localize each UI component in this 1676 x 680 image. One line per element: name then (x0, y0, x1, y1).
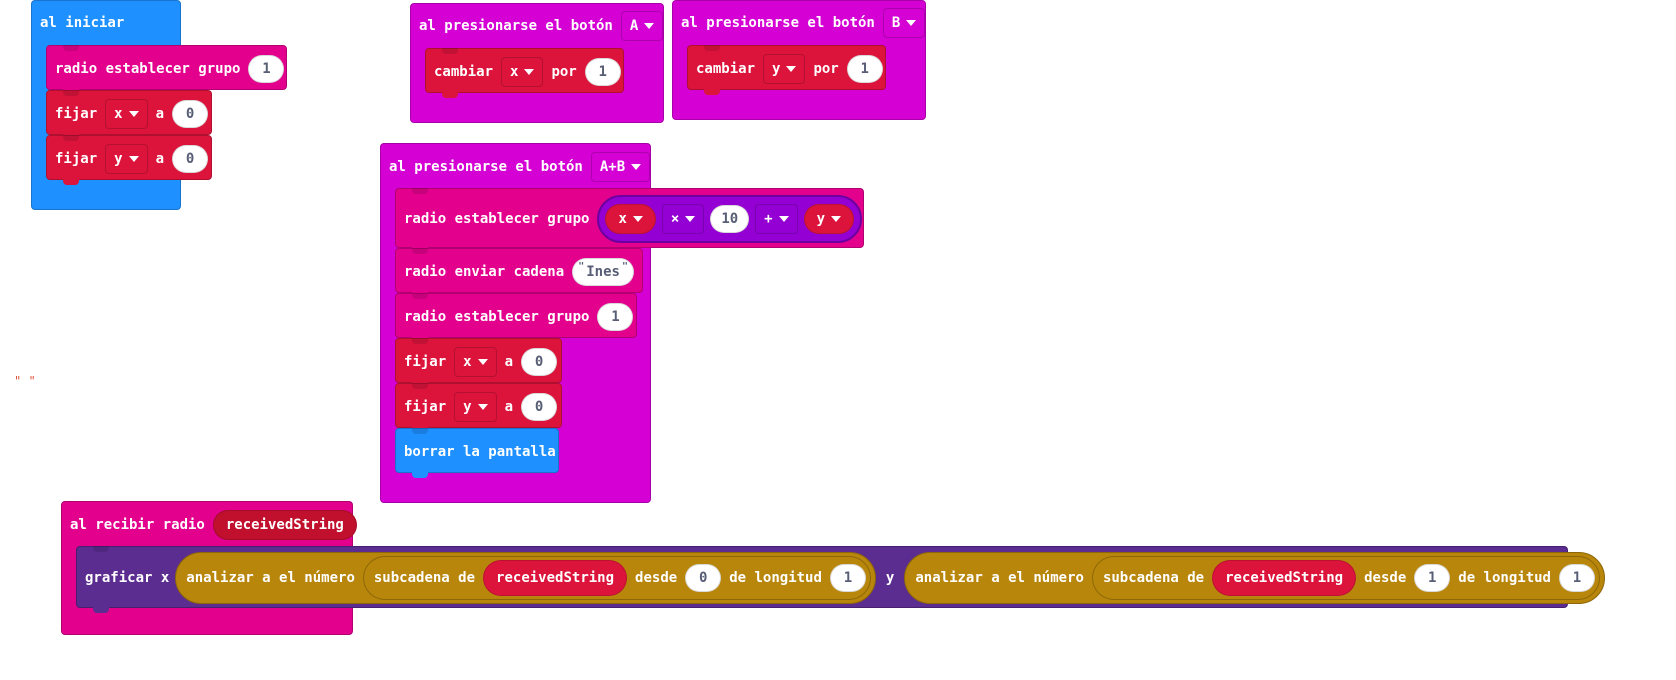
math-expression[interactable]: x × 10 + y (597, 195, 863, 243)
change-x-block[interactable]: cambiar x por 1 (425, 48, 624, 98)
set-label: fijar (55, 150, 98, 167)
y-label: y (885, 570, 895, 586)
received-string-reporter[interactable]: receivedString (1212, 560, 1357, 596)
set-label: fijar (55, 105, 98, 122)
operator-dropdown-multiply[interactable]: × (661, 204, 705, 234)
to-label: a (504, 353, 514, 370)
chevron-down-icon (477, 358, 488, 365)
variable-dropdown-x[interactable]: x (105, 98, 148, 129)
on-button-label: al presionarse el botón (389, 159, 583, 175)
radio-set-group-label: radio establecer grupo (55, 60, 241, 77)
received-string-param[interactable]: receivedString (212, 510, 357, 540)
radio-send-string-block[interactable]: radio enviar cadena " Ines " (395, 248, 643, 298)
on-button-label: al presionarse el botón (419, 18, 613, 34)
from-label: desde (1364, 570, 1407, 586)
change-y-value[interactable]: 1 (846, 54, 883, 83)
substring-reporter-2[interactable]: subcadena de receivedString desde 1 de l… (1091, 556, 1600, 600)
change-x-value[interactable]: 1 (584, 57, 621, 86)
chevron-down-icon (786, 65, 797, 72)
chevron-down-icon (644, 23, 655, 29)
send-string-value[interactable]: " Ines " (572, 257, 634, 286)
variable-x-reporter[interactable]: x (605, 204, 656, 234)
variable-dropdown-x[interactable]: x (501, 56, 544, 87)
parse-number-reporter-2[interactable]: analizar a el número subcadena de receiv… (904, 552, 1605, 604)
length-value[interactable]: 1 (829, 564, 866, 592)
radio-set-group-block[interactable]: radio establecer grupo 1 (46, 45, 287, 95)
by-label: por (813, 60, 839, 77)
change-y-block[interactable]: cambiar y por 1 (687, 45, 886, 95)
set-x-value[interactable]: 0 (172, 99, 209, 128)
substring-label: subcadena de (1102, 570, 1205, 586)
change-label: cambiar (434, 63, 494, 80)
multiplier-value[interactable]: 10 (710, 205, 750, 233)
radio-set-group-block-2[interactable]: radio establecer grupo 1 (395, 293, 637, 343)
open-quote: " (578, 260, 585, 272)
length-label: de longitud (1458, 570, 1551, 586)
operator-dropdown-plus[interactable]: + (755, 204, 798, 234)
substring-label: subcadena de (373, 570, 476, 586)
set-label: fijar (404, 398, 447, 415)
radio-send-string-label: radio enviar cadena (404, 263, 565, 280)
chevron-down-icon (906, 20, 917, 26)
variable-dropdown-y[interactable]: y (105, 143, 148, 174)
plot-label: graficar x (85, 570, 170, 586)
set-x-block[interactable]: fijar x a 0 (46, 90, 212, 140)
received-string-reporter[interactable]: receivedString (483, 560, 628, 596)
chevron-down-icon (632, 216, 643, 222)
radio-set-group-block[interactable]: radio establecer grupo x × 10 + y (395, 188, 864, 253)
substring-reporter-1[interactable]: subcadena de receivedString desde 0 de l… (362, 556, 871, 600)
chevron-down-icon (831, 216, 842, 222)
button-dropdown-b[interactable]: B (882, 8, 926, 38)
set-label: fijar (404, 353, 447, 370)
radio-group-value[interactable]: 1 (597, 302, 634, 331)
length-value[interactable]: 1 (1558, 564, 1595, 592)
set-y-value[interactable]: 0 (172, 144, 209, 173)
from-value[interactable]: 0 (685, 564, 722, 592)
variable-y-reporter[interactable]: y (803, 204, 855, 234)
button-dropdown-ab[interactable]: A+B (590, 152, 651, 182)
length-label: de longitud (729, 570, 822, 586)
chevron-down-icon (685, 216, 696, 222)
variable-dropdown-x[interactable]: x (454, 346, 497, 377)
chevron-down-icon (524, 68, 535, 75)
clear-screen-block[interactable]: borrar la pantalla (395, 428, 559, 478)
chevron-down-icon (128, 155, 139, 162)
set-x-value[interactable]: 0 (521, 347, 558, 376)
radio-group-value[interactable]: 1 (248, 54, 285, 83)
to-label: a (155, 105, 165, 122)
set-y-block[interactable]: fijar y a 0 (395, 383, 562, 433)
from-value[interactable]: 1 (1414, 564, 1451, 592)
on-start-label: al iniciar (40, 15, 125, 31)
by-label: por (551, 63, 577, 80)
close-quote: " (621, 260, 628, 272)
button-dropdown-a[interactable]: A (620, 11, 664, 41)
set-y-block[interactable]: fijar y a 0 (46, 135, 212, 185)
parse-number-label: analizar a el número (915, 570, 1084, 586)
plot-x-y-block[interactable]: graficar x analizar a el número subcaden… (76, 546, 1605, 613)
on-radio-received-label: al recibir radio (70, 517, 205, 533)
variable-dropdown-y[interactable]: y (454, 391, 497, 422)
parse-number-reporter-1[interactable]: analizar a el número subcadena de receiv… (175, 552, 876, 604)
radio-set-group-label: radio establecer grupo (404, 308, 590, 325)
parse-number-label: analizar a el número (186, 570, 355, 586)
set-y-value[interactable]: 0 (521, 392, 558, 421)
to-label: a (155, 150, 165, 167)
chevron-down-icon (477, 403, 488, 410)
radio-set-group-label: radio establecer grupo (404, 211, 590, 227)
clear-screen-label: borrar la pantalla (404, 443, 556, 460)
on-button-label: al presionarse el botón (681, 15, 875, 31)
variable-dropdown-y[interactable]: y (763, 53, 806, 84)
to-label: a (504, 398, 514, 415)
chevron-down-icon (631, 164, 642, 170)
stray-string-comment[interactable]: " " (14, 374, 36, 388)
chevron-down-icon (128, 110, 139, 117)
change-label: cambiar (696, 60, 756, 77)
set-x-block[interactable]: fijar x a 0 (395, 338, 562, 388)
chevron-down-icon (778, 216, 789, 222)
from-label: desde (635, 570, 678, 586)
